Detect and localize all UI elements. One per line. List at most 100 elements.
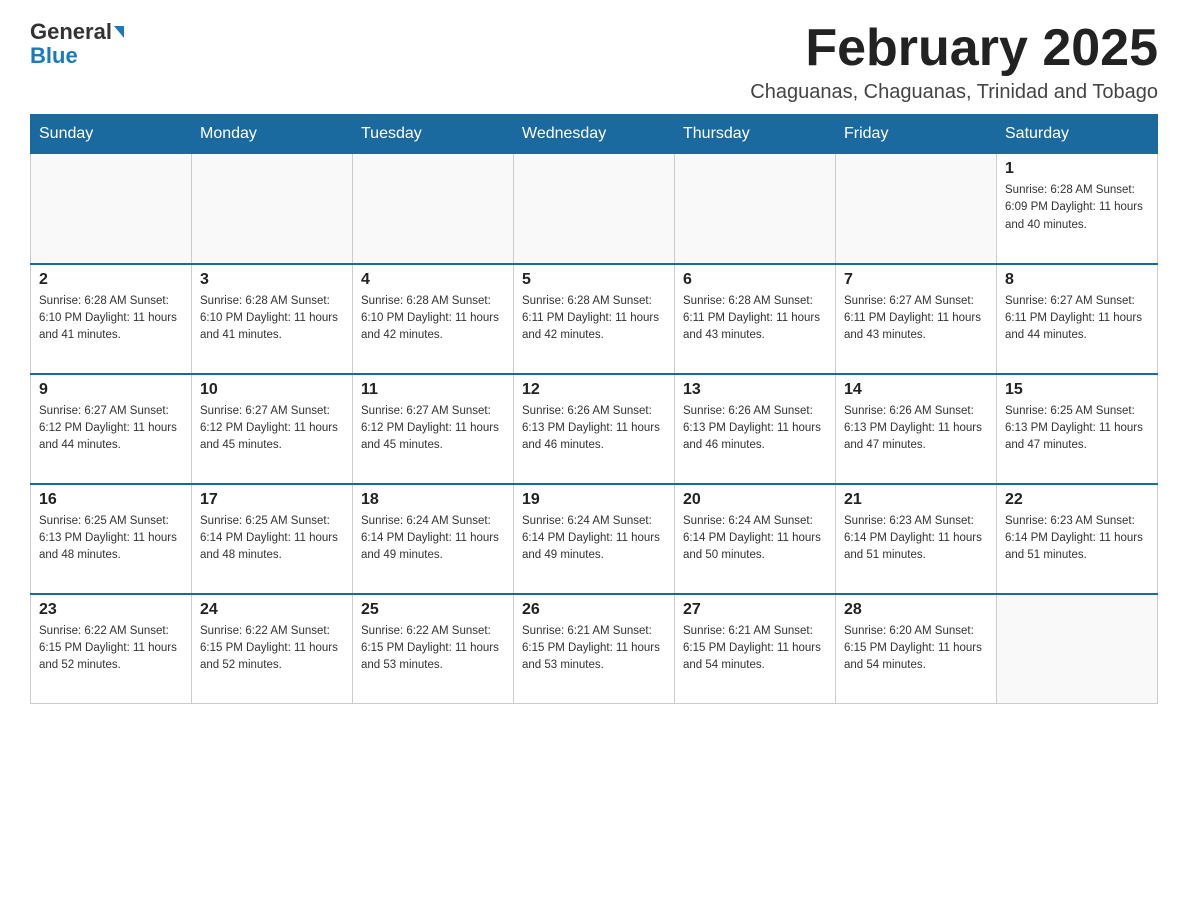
calendar-day-cell <box>192 154 353 264</box>
day-number: 13 <box>683 381 827 399</box>
day-info: Sunrise: 6:28 AM Sunset: 6:11 PM Dayligh… <box>683 293 827 345</box>
calendar-day-cell: 15Sunrise: 6:25 AM Sunset: 6:13 PM Dayli… <box>997 374 1158 484</box>
day-number: 27 <box>683 601 827 619</box>
day-info: Sunrise: 6:27 AM Sunset: 6:12 PM Dayligh… <box>200 403 344 455</box>
day-info: Sunrise: 6:21 AM Sunset: 6:15 PM Dayligh… <box>522 623 666 675</box>
day-number: 19 <box>522 491 666 509</box>
weekday-header: Wednesday <box>514 115 675 154</box>
calendar-day-cell: 9 Sunrise: 6:27 AM Sunset: 6:12 PM Daylig… <box>31 374 192 484</box>
day-info: Sunrise: 6:25 AM Sunset: 6:14 PM Dayligh… <box>200 513 344 565</box>
logo-general-text: General <box>30 20 112 44</box>
day-info: Sunrise: 6:23 AM Sunset: 6:14 PM Dayligh… <box>844 513 988 565</box>
day-number: 2 <box>39 271 183 289</box>
day-info: Sunrise: 6:20 AM Sunset: 6:15 PM Dayligh… <box>844 623 988 675</box>
calendar-day-cell: 21 Sunrise: 6:23 AM Sunset: 6:14 PM Dayli… <box>836 484 997 594</box>
day-number: 3 <box>200 271 344 289</box>
day-info: Sunrise: 6:27 AM Sunset: 6:11 PM Dayligh… <box>1005 293 1149 345</box>
calendar-day-cell: 5 Sunrise: 6:28 AM Sunset: 6:11 PM Daylig… <box>514 264 675 374</box>
day-info: Sunrise: 6:26 AM Sunset: 6:13 PM Dayligh… <box>844 403 988 455</box>
day-info: Sunrise: 6:28 AM Sunset: 6:09 PM Dayligh… <box>1005 182 1149 234</box>
calendar-week-row: 16 Sunrise: 6:25 AM Sunset: 6:13 PM Dayli… <box>31 484 1158 594</box>
day-info: Sunrise: 6:27 AM Sunset: 6:11 PM Dayligh… <box>844 293 988 345</box>
day-number: 23 <box>39 601 183 619</box>
day-number: 5 <box>522 271 666 289</box>
day-info: Sunrise: 6:22 AM Sunset: 6:15 PM Dayligh… <box>361 623 505 675</box>
calendar-day-cell: 12 Sunrise: 6:26 AM Sunset: 6:13 PM Dayli… <box>514 374 675 484</box>
weekday-header: Tuesday <box>353 115 514 154</box>
day-number: 16 <box>39 491 183 509</box>
weekday-header: Monday <box>192 115 353 154</box>
calendar-day-cell <box>31 154 192 264</box>
day-number: 21 <box>844 491 988 509</box>
calendar-day-cell: 11Sunrise: 6:27 AM Sunset: 6:12 PM Dayli… <box>353 374 514 484</box>
weekday-header: Friday <box>836 115 997 154</box>
day-info: Sunrise: 6:22 AM Sunset: 6:15 PM Dayligh… <box>39 623 183 675</box>
day-info: Sunrise: 6:28 AM Sunset: 6:10 PM Dayligh… <box>39 293 183 345</box>
day-number: 26 <box>522 601 666 619</box>
day-number: 24 <box>200 601 344 619</box>
calendar-day-cell: 27 Sunrise: 6:21 AM Sunset: 6:15 PM Dayli… <box>675 594 836 704</box>
day-number: 9 <box>39 381 183 399</box>
day-number: 7 <box>844 271 988 289</box>
day-info: Sunrise: 6:24 AM Sunset: 6:14 PM Dayligh… <box>683 513 827 565</box>
calendar-day-cell: 2 Sunrise: 6:28 AM Sunset: 6:10 PM Daylig… <box>31 264 192 374</box>
day-number: 17 <box>200 491 344 509</box>
calendar-day-cell: 6 Sunrise: 6:28 AM Sunset: 6:11 PM Daylig… <box>675 264 836 374</box>
calendar-day-cell <box>675 154 836 264</box>
calendar-day-cell <box>514 154 675 264</box>
calendar-day-cell <box>997 594 1158 704</box>
day-number: 28 <box>844 601 988 619</box>
calendar-day-cell: 1 Sunrise: 6:28 AM Sunset: 6:09 PM Daylig… <box>997 154 1158 264</box>
day-info: Sunrise: 6:24 AM Sunset: 6:14 PM Dayligh… <box>361 513 505 565</box>
calendar-week-row: 2 Sunrise: 6:28 AM Sunset: 6:10 PM Daylig… <box>31 264 1158 374</box>
day-number: 1 <box>1005 160 1149 178</box>
calendar-day-cell: 10 Sunrise: 6:27 AM Sunset: 6:12 PM Dayli… <box>192 374 353 484</box>
calendar-day-cell: 19 Sunrise: 6:24 AM Sunset: 6:14 PM Dayli… <box>514 484 675 594</box>
day-info: Sunrise: 6:28 AM Sunset: 6:11 PM Dayligh… <box>522 293 666 345</box>
day-info: Sunrise: 6:25 AM Sunset: 6:13 PM Dayligh… <box>39 513 183 565</box>
day-number: 8 <box>1005 271 1149 289</box>
calendar-day-cell: 8 Sunrise: 6:27 AM Sunset: 6:11 PM Daylig… <box>997 264 1158 374</box>
weekday-header: Sunday <box>31 115 192 154</box>
day-number: 6 <box>683 271 827 289</box>
calendar-day-cell: 25 Sunrise: 6:22 AM Sunset: 6:15 PM Dayli… <box>353 594 514 704</box>
day-info: Sunrise: 6:22 AM Sunset: 6:15 PM Dayligh… <box>200 623 344 675</box>
calendar-day-cell: 4Sunrise: 6:28 AM Sunset: 6:10 PM Daylig… <box>353 264 514 374</box>
day-info: Sunrise: 6:26 AM Sunset: 6:13 PM Dayligh… <box>522 403 666 455</box>
day-info: Sunrise: 6:28 AM Sunset: 6:10 PM Dayligh… <box>200 293 344 345</box>
calendar-day-cell: 7 Sunrise: 6:27 AM Sunset: 6:11 PM Daylig… <box>836 264 997 374</box>
calendar-day-cell: 26 Sunrise: 6:21 AM Sunset: 6:15 PM Dayli… <box>514 594 675 704</box>
calendar-day-cell: 13 Sunrise: 6:26 AM Sunset: 6:13 PM Dayli… <box>675 374 836 484</box>
logo-blue-text: Blue <box>30 43 78 68</box>
day-number: 18 <box>361 491 505 509</box>
day-number: 10 <box>200 381 344 399</box>
day-info: Sunrise: 6:26 AM Sunset: 6:13 PM Dayligh… <box>683 403 827 455</box>
day-info: Sunrise: 6:28 AM Sunset: 6:10 PM Dayligh… <box>361 293 505 345</box>
calendar-day-cell <box>353 154 514 264</box>
calendar-day-cell: 14 Sunrise: 6:26 AM Sunset: 6:13 PM Dayli… <box>836 374 997 484</box>
day-number: 14 <box>844 381 988 399</box>
page-header: General Blue February 2025 Chaguanas, Ch… <box>30 20 1158 104</box>
calendar-week-row: 23 Sunrise: 6:22 AM Sunset: 6:15 PM Dayli… <box>31 594 1158 704</box>
calendar-day-cell: 24 Sunrise: 6:22 AM Sunset: 6:15 PM Dayli… <box>192 594 353 704</box>
weekday-header: Saturday <box>997 115 1158 154</box>
day-info: Sunrise: 6:25 AM Sunset: 6:13 PM Dayligh… <box>1005 403 1149 455</box>
calendar-day-cell: 22 Sunrise: 6:23 AM Sunset: 6:14 PM Dayli… <box>997 484 1158 594</box>
location-subtitle: Chaguanas, Chaguanas, Trinidad and Tobag… <box>750 81 1158 104</box>
calendar-day-cell: 3 Sunrise: 6:28 AM Sunset: 6:10 PM Daylig… <box>192 264 353 374</box>
day-number: 25 <box>361 601 505 619</box>
calendar-week-row: 1 Sunrise: 6:28 AM Sunset: 6:09 PM Daylig… <box>31 154 1158 264</box>
calendar-day-cell: 23 Sunrise: 6:22 AM Sunset: 6:15 PM Dayli… <box>31 594 192 704</box>
day-info: Sunrise: 6:21 AM Sunset: 6:15 PM Dayligh… <box>683 623 827 675</box>
day-info: Sunrise: 6:23 AM Sunset: 6:14 PM Dayligh… <box>1005 513 1149 565</box>
day-info: Sunrise: 6:27 AM Sunset: 6:12 PM Dayligh… <box>39 403 183 455</box>
calendar-table: SundayMondayTuesdayWednesdayThursdayFrid… <box>30 114 1158 704</box>
day-number: 12 <box>522 381 666 399</box>
logo-arrow-icon <box>114 26 124 38</box>
day-number: 20 <box>683 491 827 509</box>
calendar-week-row: 9 Sunrise: 6:27 AM Sunset: 6:12 PM Daylig… <box>31 374 1158 484</box>
day-info: Sunrise: 6:24 AM Sunset: 6:14 PM Dayligh… <box>522 513 666 565</box>
calendar-header-row: SundayMondayTuesdayWednesdayThursdayFrid… <box>31 115 1158 154</box>
day-number: 22 <box>1005 491 1149 509</box>
month-title: February 2025 <box>750 20 1158 77</box>
